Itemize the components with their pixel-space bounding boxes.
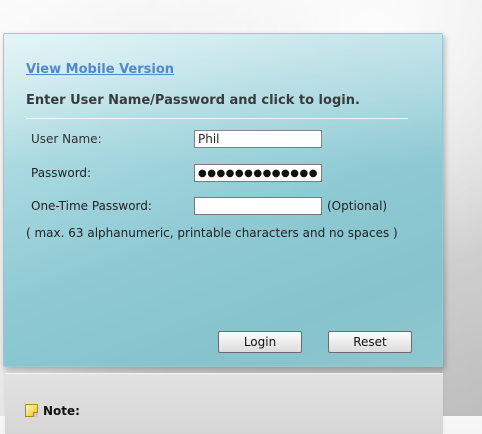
divider: [26, 118, 408, 119]
password-input[interactable]: [194, 164, 322, 182]
note-section: Note:: [5, 373, 443, 434]
username-label: User Name:: [31, 132, 102, 146]
view-mobile-version-link[interactable]: View Mobile Version: [26, 62, 174, 77]
password-label: Password:: [31, 166, 92, 180]
login-instruction: Enter User Name/Password and click to lo…: [26, 93, 360, 108]
login-panel: View Mobile Version Enter User Name/Pass…: [3, 33, 443, 367]
note-icon: [25, 404, 38, 417]
username-input[interactable]: [194, 130, 322, 148]
password-hint: ( max. 63 alphanumeric, printable charac…: [26, 226, 398, 240]
otp-optional-text: (Optional): [327, 199, 388, 213]
otp-label: One-Time Password:: [31, 199, 152, 213]
login-button[interactable]: Login: [218, 331, 302, 353]
otp-input[interactable]: [194, 197, 322, 215]
reset-button[interactable]: Reset: [328, 331, 412, 353]
